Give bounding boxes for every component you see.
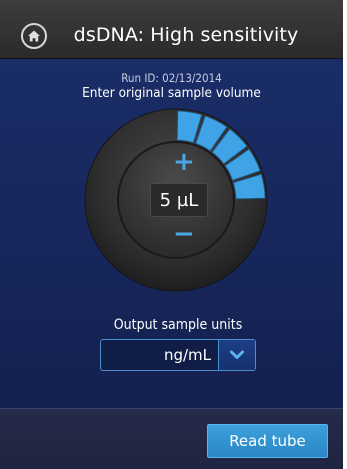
screen: dsDNA: High sensitivity Run ID: 02/13/20… <box>0 0 343 469</box>
read-tube-button[interactable]: Read tube <box>207 424 328 458</box>
run-id-label: Run ID: 02/13/2014 <box>121 71 222 85</box>
home-icon <box>28 30 40 42</box>
header-bar: dsDNA: High sensitivity <box>0 0 343 59</box>
chevron-down-icon <box>230 350 244 359</box>
increase-volume-button[interactable]: + <box>173 149 195 175</box>
volume-value: 5 µL <box>150 183 208 217</box>
output-units-select[interactable]: ng/mL <box>100 339 256 371</box>
sample-volume-prompt: Enter original sample volume <box>82 85 261 101</box>
right-edge <box>343 0 347 469</box>
output-units-dropdown-button[interactable] <box>218 340 255 370</box>
output-units-value: ng/mL <box>163 346 211 364</box>
decrease-volume-button[interactable]: − <box>173 221 195 247</box>
home-button[interactable] <box>21 23 47 49</box>
output-units-label: Output sample units <box>113 317 243 333</box>
page-title: dsDNA: High sensitivity <box>73 24 299 46</box>
